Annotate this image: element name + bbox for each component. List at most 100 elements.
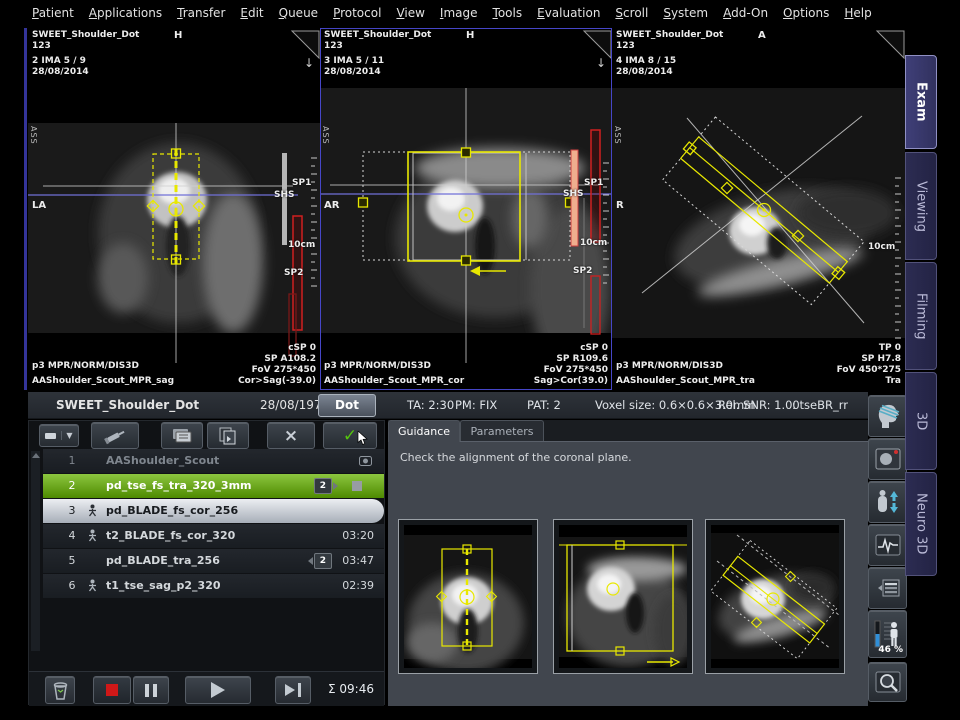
skip-button[interactable] bbox=[275, 676, 311, 704]
patient-id: 123 bbox=[32, 41, 139, 52]
series-label: AAShoulder_Scout_MPR_tra bbox=[616, 376, 755, 387]
status-snr: Rel. SNR: 1.00 bbox=[718, 398, 800, 412]
viewport-sagittal[interactable]: SWEET_Shoulder_Dot 123 2 IMA 5 / 9 28/08… bbox=[28, 28, 320, 390]
ruler-scale: 10cm bbox=[868, 242, 895, 252]
tab-guidance[interactable]: Guidance bbox=[388, 420, 460, 442]
guidance-thumb-sagittal[interactable] bbox=[398, 519, 538, 674]
viewport-coronal[interactable]: SWEET_Shoulder_Dot 123 3 IMA 5 / 11 28/0… bbox=[320, 28, 612, 390]
menu-options[interactable]: Options bbox=[783, 6, 829, 20]
tab-exam[interactable]: Exam bbox=[905, 55, 937, 149]
tab-neuro-3d-label: Neuro 3D bbox=[914, 493, 929, 554]
step-number: 4 bbox=[61, 529, 83, 542]
patient-name-field: SWEET_Shoulder_Dot bbox=[56, 398, 199, 412]
menu-edit[interactable]: Edit bbox=[240, 6, 263, 20]
tab-parameters[interactable]: Parameters bbox=[460, 420, 544, 442]
queue-row-selected[interactable]: 3 pd_BLADE_fs_cor_256 bbox=[43, 499, 384, 523]
protocol-name: pd_BLADE_tra_256 bbox=[106, 554, 220, 567]
viewport-transversal[interactable]: SWEET_Shoulder_Dot 123 4 IMA 8 / 15 28/0… bbox=[612, 28, 905, 390]
check-icon: ✓ bbox=[343, 426, 357, 446]
queue-row[interactable]: 1 AAShoulder_Scout bbox=[43, 449, 384, 473]
menu-view[interactable]: View bbox=[396, 6, 424, 20]
image-text-bottom-left: p3 MPR/NORM/DIS3D AAShoulder_Scout_MPR_t… bbox=[616, 357, 755, 387]
delete-button[interactable] bbox=[45, 676, 75, 704]
thumb-coronal-image bbox=[559, 525, 687, 668]
protocol-name: pd_BLADE_fs_cor_256 bbox=[106, 504, 238, 517]
menu-addon[interactable]: Add-On bbox=[723, 6, 768, 20]
orientation-left: AR bbox=[324, 200, 339, 211]
menu-image[interactable]: Image bbox=[440, 6, 478, 20]
image-review-button[interactable] bbox=[868, 438, 907, 480]
sar-monitor-button[interactable]: 46 % bbox=[868, 610, 907, 658]
magnify-review-button[interactable] bbox=[868, 662, 907, 702]
protocol-name: pd_tse_fs_tra_320_3mm bbox=[106, 479, 252, 492]
tab-viewing[interactable]: Viewing bbox=[905, 152, 937, 260]
scroll-down-icon[interactable]: ↓ bbox=[304, 56, 314, 70]
series-label: AAShoulder_Scout_MPR_cor bbox=[324, 376, 464, 387]
queue-row[interactable]: 4 t2_BLADE_fs_cor_320 03:20 bbox=[43, 524, 384, 548]
menu-evaluation[interactable]: Evaluation bbox=[537, 6, 600, 20]
pause-icon bbox=[145, 684, 157, 697]
contrast-injection-button[interactable] bbox=[91, 422, 139, 449]
menu-tools[interactable]: Tools bbox=[493, 6, 523, 20]
card-stack-icon bbox=[170, 426, 194, 446]
cancel-button[interactable]: × bbox=[267, 422, 315, 449]
eraser-split-button[interactable]: ▼ bbox=[39, 424, 79, 447]
skip-icon bbox=[285, 684, 295, 696]
fov-label: FoV 275*450 bbox=[534, 365, 608, 376]
queue-row-active[interactable]: 2 pd_tse_fs_tra_320_3mm 2 bbox=[43, 474, 384, 498]
copy-step-button[interactable] bbox=[207, 422, 249, 449]
scan-time: 03:47 bbox=[342, 554, 374, 567]
scroll-down-icon[interactable]: ↓ bbox=[596, 56, 606, 70]
menu-bar: Patient Applications Transfer Edit Queue… bbox=[24, 2, 943, 24]
image-text-top-left: SWEET_Shoulder_Dot 123 3 IMA 5 / 11 28/0… bbox=[324, 30, 431, 78]
image-text-bottom-right: TP 0 SP H7.8 FoV 450*275 Tra bbox=[837, 343, 901, 387]
tab-filming[interactable]: Filming bbox=[905, 262, 937, 370]
queue-row[interactable]: 6 t1_tse_sag_p2_320 02:39 bbox=[43, 574, 384, 598]
stop-button[interactable] bbox=[93, 676, 131, 704]
table-position-button[interactable] bbox=[868, 481, 907, 523]
menu-scroll[interactable]: Scroll bbox=[615, 6, 648, 20]
image-text-bottom-right: cSP 0 SP A108.2 FoV 275*450 Cor>Sag(-39.… bbox=[238, 343, 316, 387]
guidance-message: Check the alignment of the coronal plane… bbox=[400, 451, 632, 464]
physio-signal-button[interactable] bbox=[868, 524, 907, 566]
step-number: 3 bbox=[61, 504, 83, 517]
scroll-up-icon bbox=[32, 453, 40, 458]
guidance-thumb-coronal[interactable] bbox=[553, 519, 693, 674]
play-button[interactable] bbox=[185, 676, 251, 704]
ruler-scale: 10cm bbox=[580, 238, 607, 248]
queue-scrollbar[interactable] bbox=[31, 451, 40, 651]
guidance-thumb-transversal[interactable] bbox=[705, 519, 845, 674]
slice-pos-2: SP A108.2 bbox=[238, 354, 316, 365]
pause-button[interactable] bbox=[133, 676, 169, 704]
tab-filming-label: Filming bbox=[914, 293, 929, 340]
protocol-name: t2_BLADE_fs_cor_320 bbox=[106, 529, 235, 542]
menu-patient[interactable]: Patient bbox=[32, 6, 74, 20]
slice-pos-1: cSP 0 bbox=[534, 343, 608, 354]
chevron-down-icon: ▼ bbox=[61, 431, 72, 440]
patient-position-icon bbox=[87, 529, 98, 545]
image-date: 28/08/2014 bbox=[324, 67, 431, 78]
guidance-panel: Guidance Parameters Check the alignment … bbox=[388, 420, 868, 705]
apply-button[interactable]: ✓ bbox=[323, 422, 377, 449]
menu-protocol[interactable]: Protocol bbox=[333, 6, 381, 20]
tab-exam-label: Exam bbox=[914, 82, 929, 122]
protocol-queue-panel: ▼ × ✓ 1 AAShoulder_Scout 2 pd_tse_fs_tra… bbox=[28, 420, 385, 705]
menu-system[interactable]: System bbox=[663, 6, 708, 20]
menu-help[interactable]: Help bbox=[844, 6, 871, 20]
patient-id: 123 bbox=[324, 41, 431, 52]
queue-row[interactable]: 5 pd_BLADE_tra_256 2 03:47 bbox=[43, 549, 384, 573]
menu-transfer[interactable]: Transfer bbox=[177, 6, 225, 20]
magnifier-icon bbox=[875, 670, 901, 694]
protocol-info-button[interactable] bbox=[868, 567, 907, 609]
plane-label: Tra bbox=[837, 376, 901, 387]
image-text-bottom-right: cSP 0 SP R109.6 FoV 275*450 Sag>Cor(39.0… bbox=[534, 343, 608, 387]
ruler-scale: 10cm bbox=[288, 240, 315, 250]
menu-applications[interactable]: Applications bbox=[89, 6, 162, 20]
tab-neuro-3d[interactable]: Neuro 3D bbox=[905, 472, 937, 576]
head-coil-button[interactable] bbox=[868, 395, 907, 437]
menu-queue[interactable]: Queue bbox=[279, 6, 318, 20]
tab-3d[interactable]: 3D bbox=[905, 372, 937, 470]
dot-engine-button[interactable]: Dot bbox=[318, 394, 376, 417]
load-protocol-button[interactable] bbox=[161, 422, 203, 449]
mouse-cursor-icon bbox=[357, 431, 368, 446]
